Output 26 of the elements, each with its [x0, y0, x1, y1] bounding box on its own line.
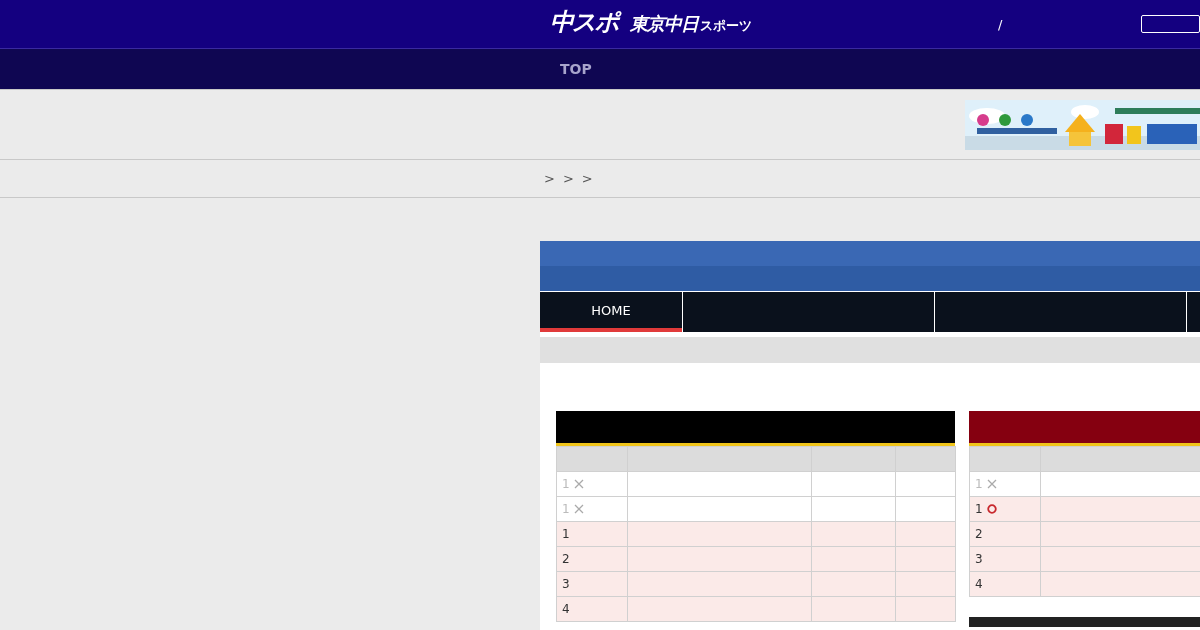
breadcrumb-separator: >: [562, 171, 574, 186]
site-logo[interactable]: 中スポ 東京中日スポーツ: [548, 5, 758, 43]
rank-label: 2: [975, 527, 983, 541]
rank-label: 1: [562, 527, 570, 541]
search-field[interactable]: [1141, 15, 1200, 33]
rank-label: 1: [975, 502, 983, 516]
rank-label: 4: [975, 577, 983, 591]
separator: /: [998, 16, 1003, 32]
rank-label: 2: [562, 552, 570, 566]
breadcrumb-separator: >: [544, 171, 555, 186]
rank-label: 1: [562, 502, 570, 516]
column-header: [895, 446, 956, 472]
nav-link[interactable]: TOP: [560, 61, 592, 77]
rank-label: 1: [562, 477, 570, 491]
cross-icon: [573, 504, 584, 514]
breadcrumb-separator: >: [581, 171, 593, 186]
tab[interactable]: [683, 292, 934, 332]
tab[interactable]: [935, 292, 1186, 332]
rank-label: 3: [562, 577, 570, 591]
cross-icon: [986, 479, 997, 489]
tab[interactable]: HOME: [540, 292, 682, 332]
rank-label: 1: [975, 477, 983, 491]
rank-label: 3: [975, 552, 983, 566]
circle-icon: [986, 504, 997, 514]
rank-label: 4: [562, 602, 570, 616]
cross-icon: [573, 479, 584, 489]
